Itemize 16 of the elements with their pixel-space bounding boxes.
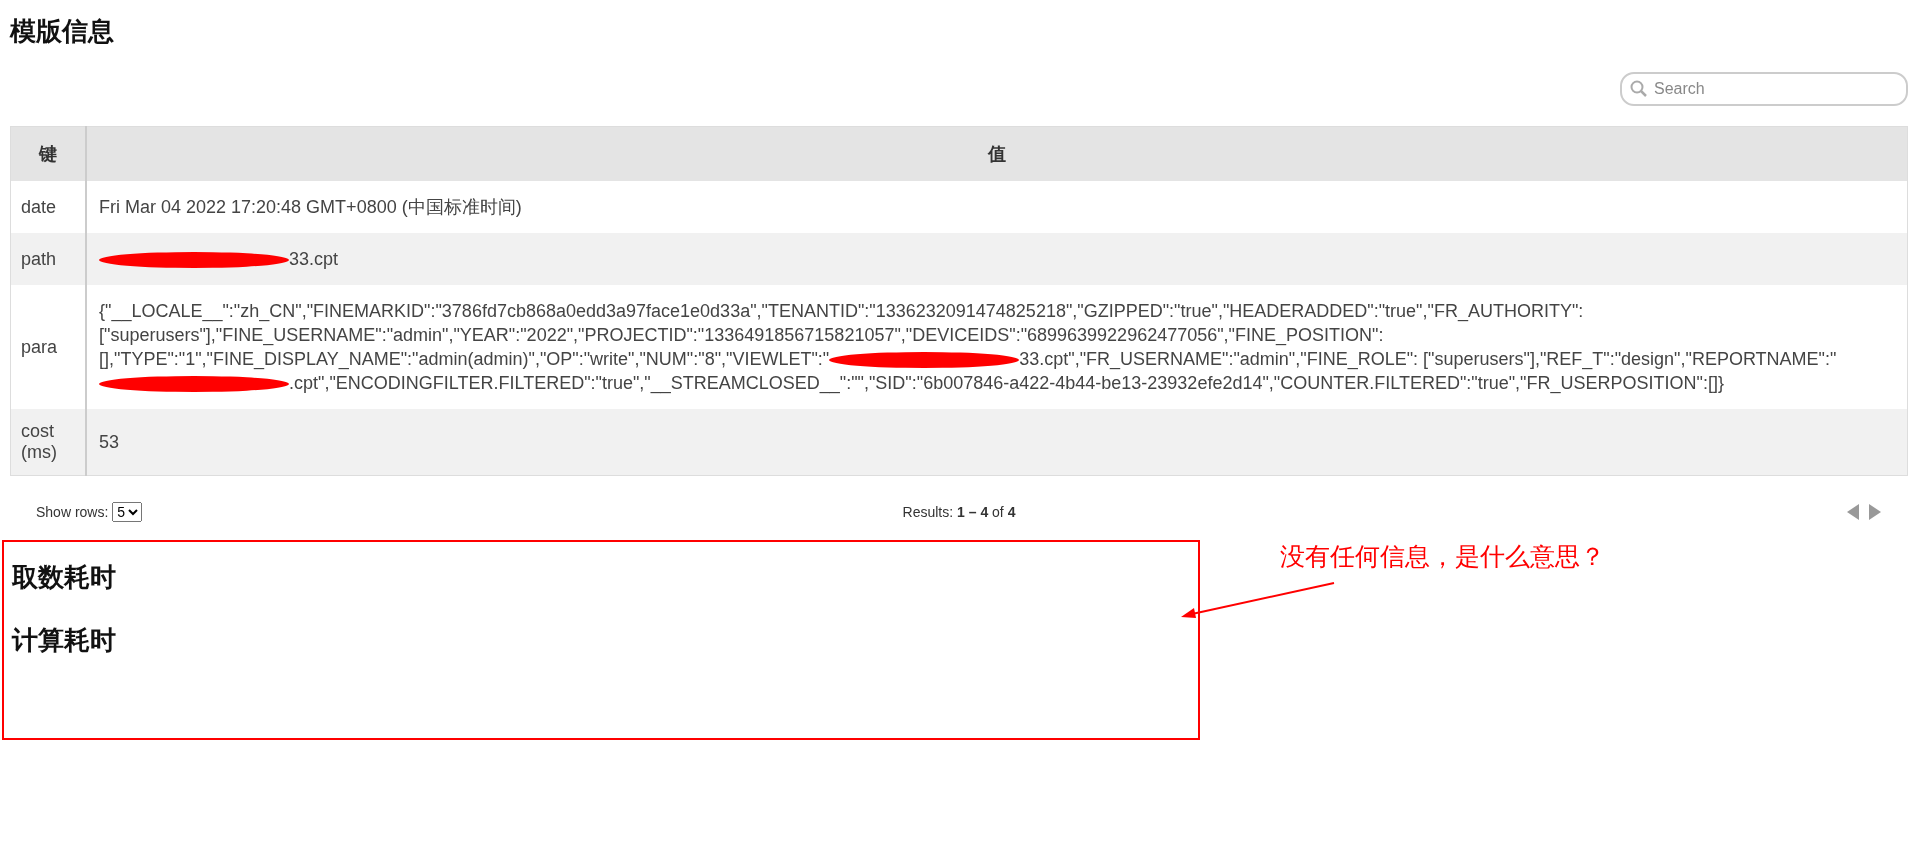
rows-select[interactable]: 5 bbox=[112, 502, 143, 522]
results-text: Results: 1 – 4 of 4 bbox=[902, 504, 1016, 520]
show-rows-label: Show rows: bbox=[36, 504, 109, 520]
section-heading: 计算耗时 bbox=[12, 624, 116, 657]
column-header: 键 bbox=[10, 126, 86, 181]
value-cell: {"__LOCALE__":"zh_CN","FINEMARKID":"3786fd7cb868a0edd3a97face1e0d33a","TENANTID":"1336232091474825218","GZIPPED":"true","HEADERADDED":"true","FR_AUTHORITY": ["superusers"],"FINE_USERNAME":"admin","YEAR":"2022","PROJECTID":"1336491856715821057","DEVICEIDS":"6899639922962477056","FINE_POSITION": [],"TYPE":"1","FINE_DISPLAY_NAME":"admin(admin)","OP":"write","NUM":"8","VIEWLET":" 33.cpt","FR_USERNAME":"admin","FINE_ROLE": ["superusers"],"REF_T":"design","REPORTNAME":" .cpt","ENCODINGFILTER.FILTERED":"true","__STREAMCLOSED__":"","SID":"6b007846-a422-4b44-be13-23932efe2d14","COUNTER.FILTERED":"true","FR_USERPOSITION":[]} bbox=[86, 285, 1908, 409]
next-page-icon[interactable] bbox=[1868, 503, 1882, 521]
page-title: 模版信息 bbox=[10, 15, 114, 48]
column-header: 值 bbox=[86, 126, 1908, 181]
key-cell: cost (ms) bbox=[10, 409, 86, 476]
previous-page-icon[interactable] bbox=[1846, 503, 1860, 521]
search-field[interactable]: Search bbox=[1620, 72, 1908, 106]
section-heading: 取数耗时 bbox=[12, 561, 116, 594]
value-cell: Fri Mar 04 2022 17:20:48 GMT+0800 (中国标准时间) bbox=[86, 181, 1908, 233]
search-icon bbox=[1630, 80, 1648, 98]
annotation-note: 没有任何信息，是什么意思？ bbox=[1280, 542, 1605, 572]
